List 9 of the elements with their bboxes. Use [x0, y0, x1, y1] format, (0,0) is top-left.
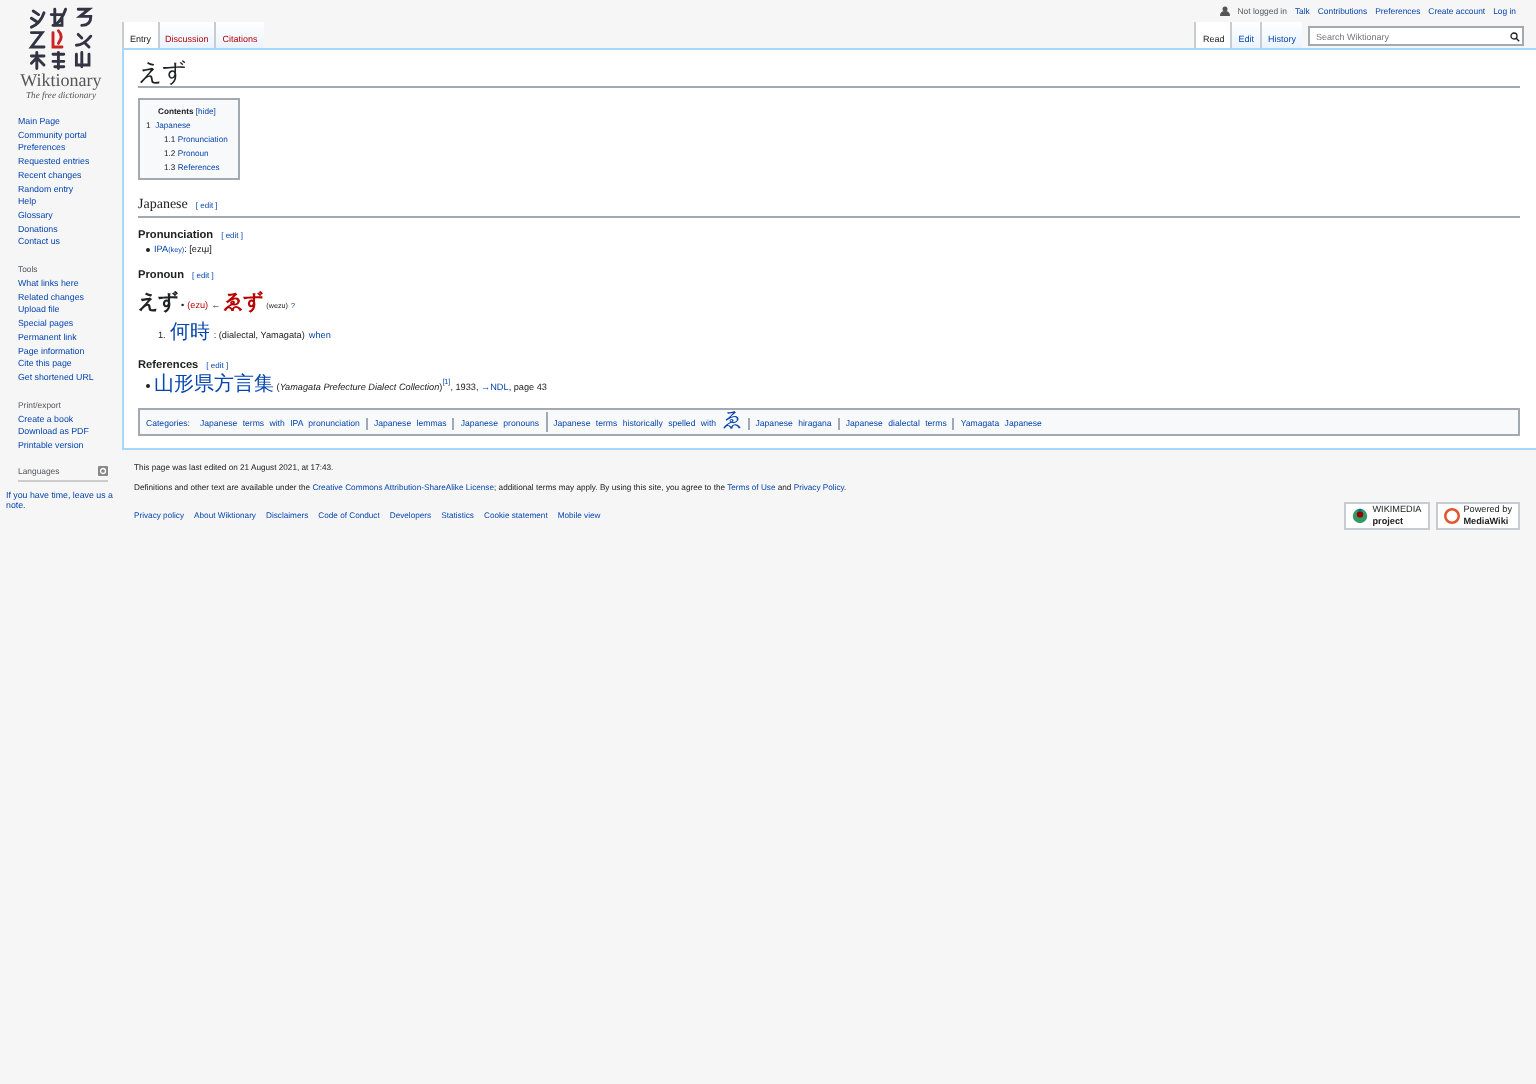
historical-spelling[interactable]: ゑず — [223, 288, 264, 319]
search-icon[interactable] — [1510, 31, 1520, 41]
term-link[interactable]: 何時 — [169, 318, 210, 349]
headword: えず — [138, 289, 178, 319]
logo-drawing[interactable] — [25, 4, 97, 72]
user-icon — [1219, 6, 1230, 16]
settings-icon[interactable] — [98, 466, 108, 477]
page-title: えず — [138, 58, 1520, 88]
site-name: Wiktionary — [20, 72, 102, 90]
